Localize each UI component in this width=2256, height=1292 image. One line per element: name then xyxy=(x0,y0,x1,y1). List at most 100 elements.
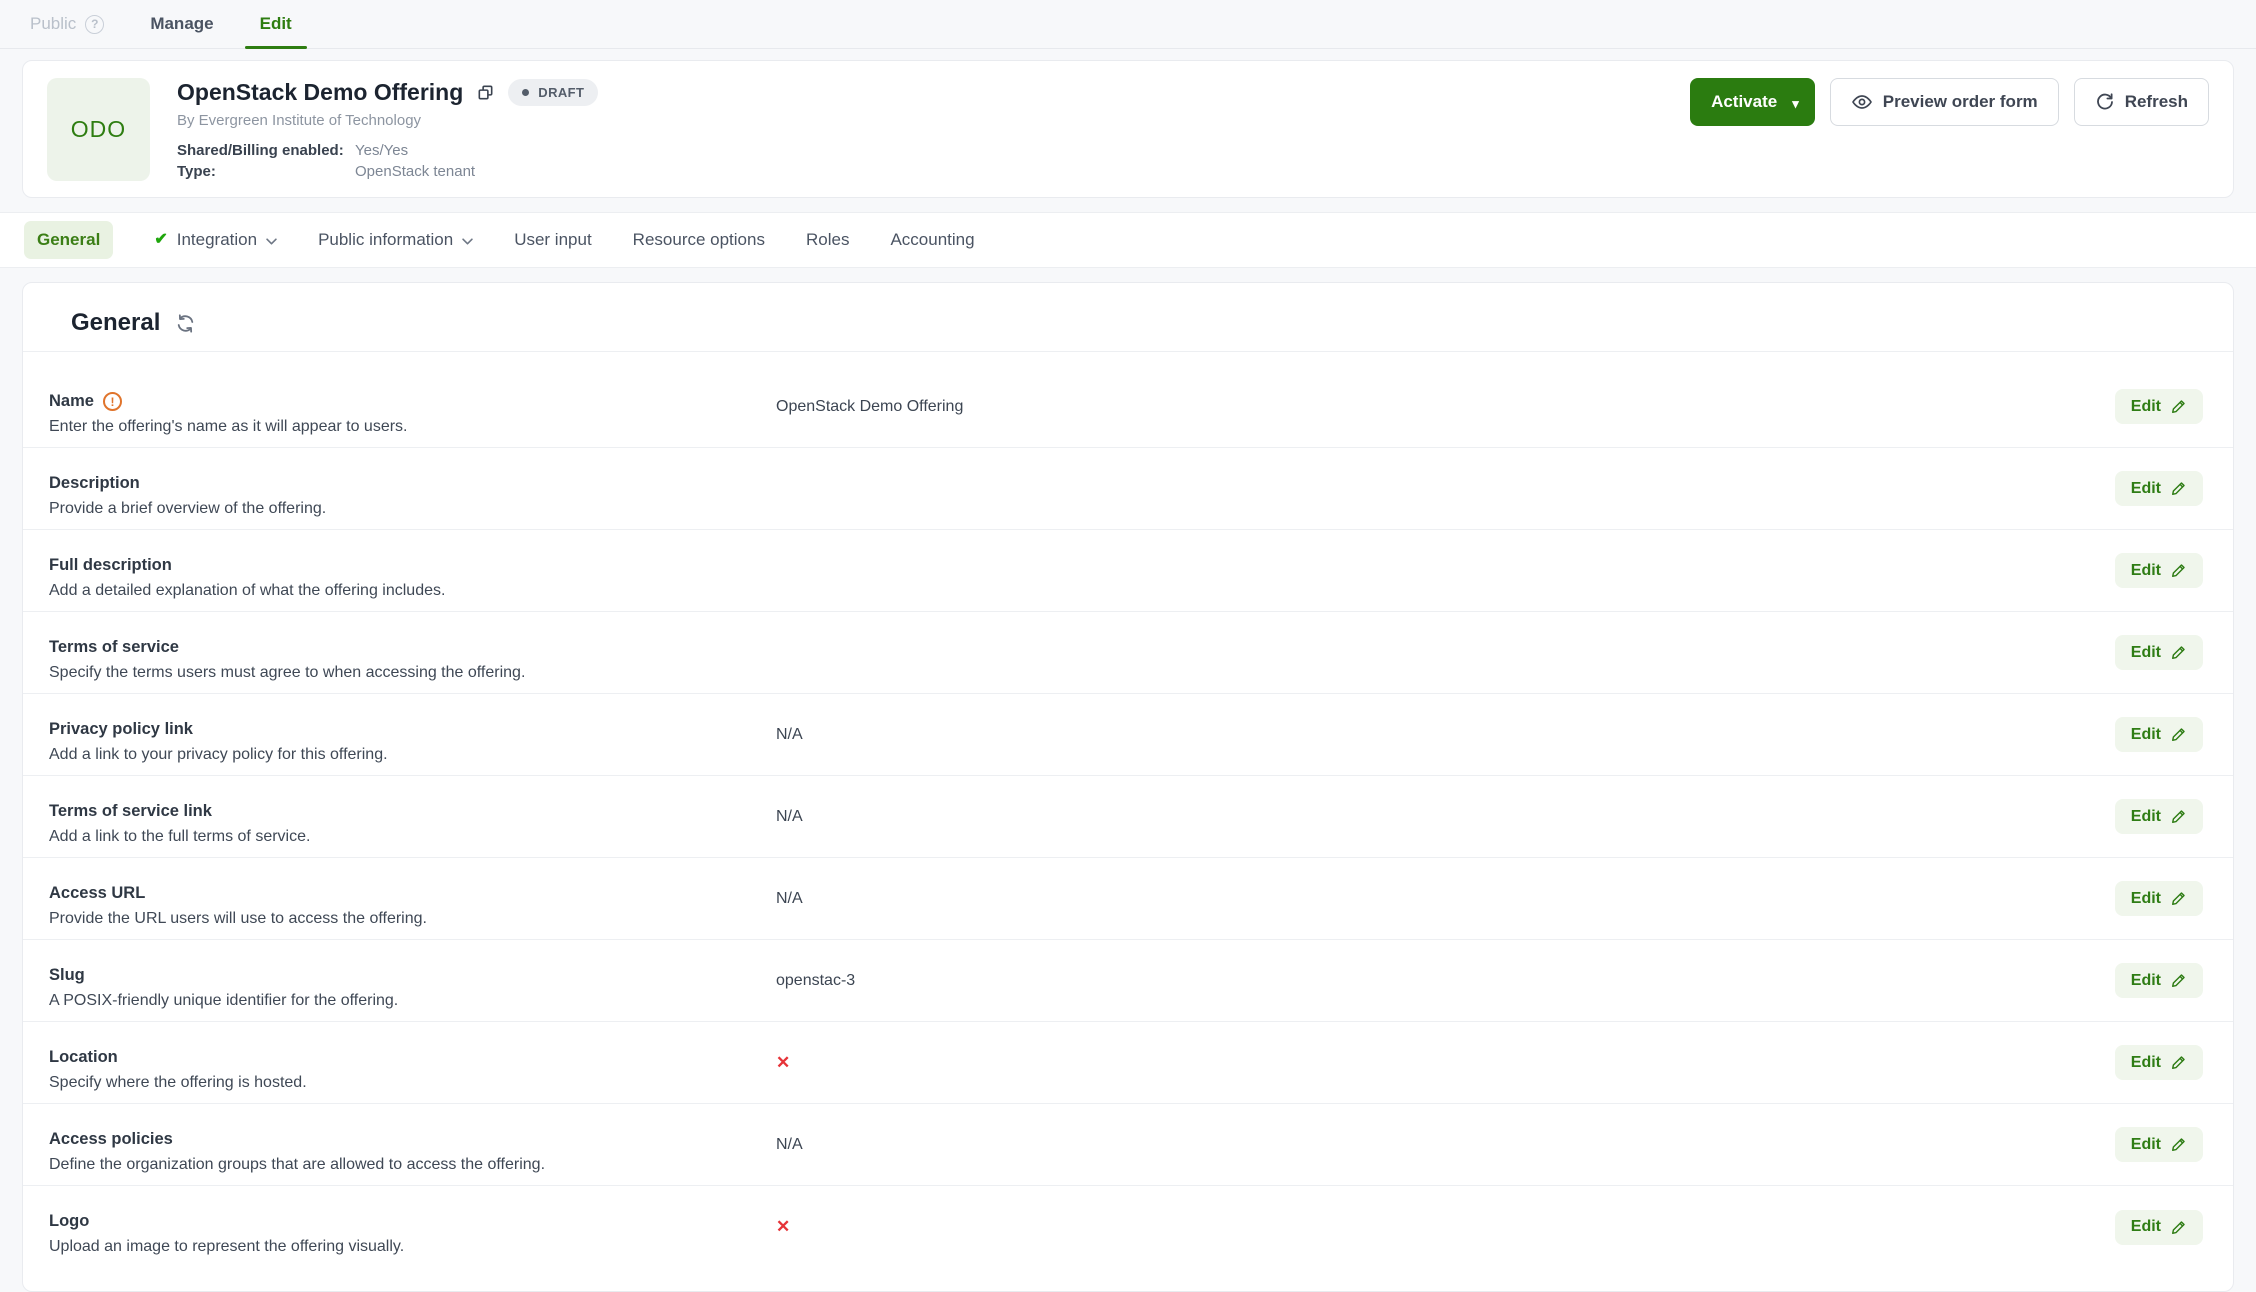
row-description: Provide a brief overview of the offering… xyxy=(49,499,776,518)
nav-tab-label: Roles xyxy=(806,230,849,250)
status-badge-label: DRAFT xyxy=(538,85,584,100)
error-cross-icon: ✕ xyxy=(776,1217,2115,1237)
activate-button-label: Activate xyxy=(1711,92,1777,112)
nav-tab[interactable]: Accounting xyxy=(890,221,974,259)
pencil-icon xyxy=(2170,890,2187,907)
row-value: N/A xyxy=(776,726,2115,744)
edit-button[interactable]: Edit xyxy=(2115,471,2203,506)
edit-button[interactable]: Edit xyxy=(2115,1210,2203,1245)
row-label: Description xyxy=(49,474,140,493)
nav-tab[interactable]: User input xyxy=(514,221,591,259)
settings-row-info: Location Specify where the offering is h… xyxy=(49,1022,776,1092)
settings-row-info: Slug A POSIX-friendly unique identifier … xyxy=(49,940,776,1010)
offering-header-info: OpenStack Demo Offering DRAFT By Evergre… xyxy=(177,78,1690,182)
status-badge: DRAFT xyxy=(508,79,598,106)
row-value: OpenStack Demo Offering xyxy=(776,398,2115,416)
page-title: OpenStack Demo Offering xyxy=(177,78,463,106)
chevron-down-icon xyxy=(462,238,473,245)
edit-button-label: Edit xyxy=(2131,562,2161,580)
preview-order-form-button[interactable]: Preview order form xyxy=(1830,78,2059,126)
pencil-icon xyxy=(2170,644,2187,661)
help-icon[interactable]: ? xyxy=(85,15,104,34)
preview-button-label: Preview order form xyxy=(1883,92,2038,112)
tab-edit-label: Edit xyxy=(260,14,292,34)
row-label: Privacy policy link xyxy=(49,720,193,739)
edit-button[interactable]: Edit xyxy=(2115,881,2203,916)
attribute-label: Type: xyxy=(177,161,355,182)
tab-manage-label: Manage xyxy=(150,14,213,34)
edit-button[interactable]: Edit xyxy=(2115,799,2203,834)
settings-row-info: Access URL Provide the URL users will us… xyxy=(49,858,776,928)
nav-tab[interactable]: Resource options xyxy=(633,221,765,259)
settings-row-info: Access policies Define the organization … xyxy=(49,1104,776,1174)
pencil-icon xyxy=(2170,398,2187,415)
edit-button[interactable]: Edit xyxy=(2115,963,2203,998)
pencil-icon xyxy=(2170,1219,2187,1236)
tab-public[interactable]: Public ? xyxy=(30,0,104,48)
edit-button-label: Edit xyxy=(2131,1054,2161,1072)
nav-tab[interactable]: ✔ Integration xyxy=(154,221,277,259)
activate-button[interactable]: Activate ▾ xyxy=(1690,78,1815,126)
tab-public-label: Public xyxy=(30,14,76,34)
header-attribute-row: Type: OpenStack tenant xyxy=(177,161,1690,182)
settings-row: Terms of service link Add a link to the … xyxy=(23,776,2233,858)
settings-row: Access URL Provide the URL users will us… xyxy=(23,858,2233,940)
refresh-icon xyxy=(2095,92,2115,112)
general-settings-card: General Name ! Enter the offering's name… xyxy=(22,282,2234,1292)
row-description: Enter the offering's name as it will app… xyxy=(49,417,776,436)
section-refresh-icon[interactable] xyxy=(175,313,196,334)
nav-tab[interactable]: Roles xyxy=(806,221,849,259)
nav-tab-label: User input xyxy=(514,230,591,250)
settings-row-info: Privacy policy link Add a link to your p… xyxy=(49,694,776,764)
row-label: Access URL xyxy=(49,884,145,903)
offering-byline: By Evergreen Institute of Technology xyxy=(177,112,1690,129)
edit-button[interactable]: Edit xyxy=(2115,1045,2203,1080)
edit-button-label: Edit xyxy=(2131,1136,2161,1154)
eye-icon xyxy=(1851,91,1873,113)
pencil-icon xyxy=(2170,808,2187,825)
settings-row: Location Specify where the offering is h… xyxy=(23,1022,2233,1104)
pencil-icon xyxy=(2170,1136,2187,1153)
row-description: Specify where the offering is hosted. xyxy=(49,1073,776,1092)
row-description: Define the organization groups that are … xyxy=(49,1155,776,1174)
caret-down-icon[interactable]: ▾ xyxy=(1792,97,1799,110)
settings-row: Name ! Enter the offering's name as it w… xyxy=(23,366,2233,448)
settings-row: Full description Add a detailed explanat… xyxy=(23,530,2233,612)
avatar: ODO xyxy=(47,78,150,181)
tab-manage[interactable]: Manage xyxy=(150,0,213,48)
edit-button-label: Edit xyxy=(2131,726,2161,744)
edit-button[interactable]: Edit xyxy=(2115,389,2203,424)
nav-tab-label: Public information xyxy=(318,230,453,250)
nav-tab[interactable]: Public information xyxy=(318,221,473,259)
attribute-label: Shared/Billing enabled: xyxy=(177,140,355,161)
edit-button[interactable]: Edit xyxy=(2115,717,2203,752)
header-attribute-row: Shared/Billing enabled: Yes/Yes xyxy=(177,140,1690,161)
nav-tab-label: General xyxy=(37,230,100,250)
settings-row: Slug A POSIX-friendly unique identifier … xyxy=(23,940,2233,1022)
edit-button[interactable]: Edit xyxy=(2115,1127,2203,1162)
edit-button[interactable]: Edit xyxy=(2115,553,2203,588)
row-label: Logo xyxy=(49,1212,89,1231)
row-description: Add a detailed explanation of what the o… xyxy=(49,581,776,600)
settings-row: Privacy policy link Add a link to your p… xyxy=(23,694,2233,776)
edit-button-label: Edit xyxy=(2131,808,2161,826)
nav-tab-label: Accounting xyxy=(890,230,974,250)
tab-edit[interactable]: Edit xyxy=(260,0,292,48)
settings-row-info: Full description Add a detailed explanat… xyxy=(49,530,776,600)
edit-button[interactable]: Edit xyxy=(2115,635,2203,670)
copy-icon[interactable] xyxy=(476,83,495,102)
settings-row-info: Logo Upload an image to represent the of… xyxy=(49,1186,776,1256)
nav-tab-label: Resource options xyxy=(633,230,765,250)
row-description: Provide the URL users will use to access… xyxy=(49,909,776,928)
row-label: Slug xyxy=(49,966,85,985)
nav-tab-label: Integration xyxy=(177,230,257,250)
attribute-value: Yes/Yes xyxy=(355,140,408,161)
general-settings-list: Name ! Enter the offering's name as it w… xyxy=(23,352,2233,1268)
attribute-value: OpenStack tenant xyxy=(355,161,475,182)
nav-tab[interactable]: General xyxy=(24,221,113,259)
refresh-button[interactable]: Refresh xyxy=(2074,78,2209,126)
offering-section-nav: General ✔ Integration Public information xyxy=(24,221,975,259)
row-label: Full description xyxy=(49,556,172,575)
row-label: Terms of service xyxy=(49,638,179,657)
offering-attributes: Shared/Billing enabled: Yes/Yes Type: Op… xyxy=(177,140,1690,182)
